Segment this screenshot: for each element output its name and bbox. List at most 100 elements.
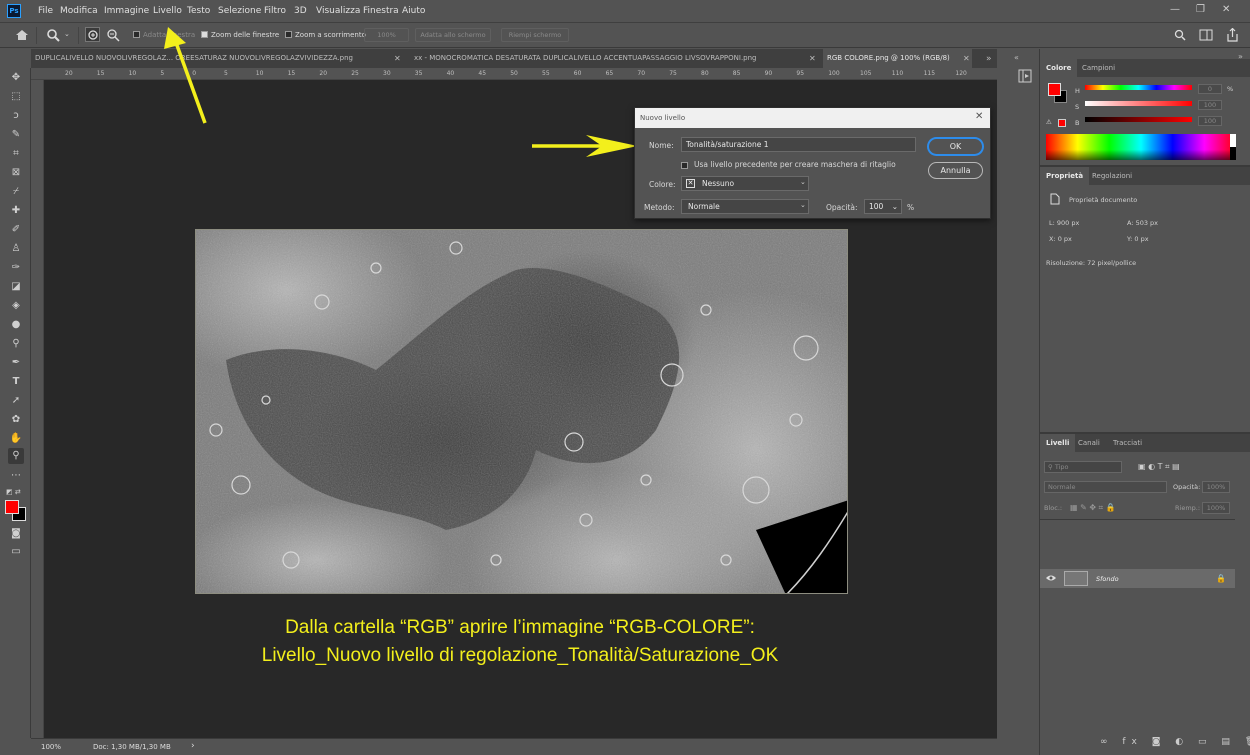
color-foreground-swatch[interactable] [1048,83,1061,96]
collapse-dock-icon[interactable]: « [1014,53,1019,62]
quick-selection-icon[interactable]: ✎ [8,127,24,143]
restore-button[interactable]: ❐ [1196,4,1205,15]
zoom-level[interactable]: 100% [41,743,61,751]
cancel-button[interactable]: Annulla [928,162,983,179]
shape-tool-icon[interactable]: ✿ [8,412,24,428]
menu-modifica[interactable]: Modifica [60,6,98,16]
lasso-tool-icon[interactable]: ↄ [8,108,24,124]
minimize-button[interactable]: — [1170,4,1180,15]
blend-mode-select[interactable]: Normale [681,199,809,214]
ruler-tick-label: 70 [637,70,646,77]
menu-file[interactable]: File [38,6,53,16]
chevron-down-icon[interactable]: ⌄ [64,30,70,38]
layer-fill-value[interactable]: 100% [1202,502,1230,514]
history-brush-icon[interactable]: ✑ [8,260,24,276]
fill-screen-button[interactable]: Riempi schermo [501,28,569,42]
screen-mode-icon[interactable]: ▭ [8,544,24,560]
layer-row[interactable]: Sfondo 🔒 [1040,569,1235,588]
opacity-input[interactable]: 100 ⌄ [864,199,902,214]
pen-tool-icon[interactable]: ✒ [8,355,24,371]
healing-brush-icon[interactable]: ✚ [8,203,24,219]
lock-icons[interactable]: ▦ ✎ ✥ ⌗ 🔒 [1070,503,1116,513]
move-tool-icon[interactable]: ✥ [8,70,24,86]
saturation-value[interactable]: 100 [1198,100,1222,110]
layer-name[interactable]: Sfondo [1096,575,1119,583]
tab-colore[interactable]: Colore [1040,59,1078,77]
ramp-white[interactable] [1230,134,1236,147]
tab-document-2[interactable]: xx - MONOCROMATICA DESATURATA DUPLICALIV… [410,49,807,68]
menu-testo[interactable]: Testo [187,6,210,16]
ruler-tick-label: 30 [383,70,391,77]
tab-livelli[interactable]: Livelli [1040,434,1076,452]
tab-campioni[interactable]: Campioni [1076,59,1121,77]
layers-footer-icons[interactable]: ∞ fx ◙ ◐ ▭ ▤ 🗑 [1100,737,1250,747]
layer-opacity-value[interactable]: 100% [1202,481,1230,493]
marquee-tool-icon[interactable]: ⬚ [8,89,24,105]
eraser-icon[interactable]: ◪ [8,279,24,295]
zoom-out-icon[interactable] [106,28,120,42]
ok-button[interactable]: OK [928,138,983,155]
frame-tool-icon[interactable]: ⊠ [8,165,24,181]
status-menu-arrow[interactable]: › [191,741,195,751]
layer-name-input[interactable]: Tonalità/saturazione 1 [681,137,916,152]
hand-tool-icon[interactable]: ✋ [8,431,24,447]
tab-tracciati[interactable]: Tracciati [1107,434,1148,452]
close-window-button[interactable]: ✕ [1222,4,1230,15]
home-icon[interactable] [15,29,29,41]
quick-mask-icon[interactable]: ◙ [8,526,24,542]
tab-proprieta[interactable]: Proprietà [1040,167,1090,185]
menu-filtro[interactable]: Filtro [264,6,286,16]
hue-slider[interactable] [1085,85,1192,90]
menu-immagine[interactable]: Immagine [104,6,149,16]
layer-filter-select[interactable]: ⚲ Tipo [1044,461,1122,473]
blur-tool-icon[interactable]: ● [8,317,24,333]
eyedropper-icon[interactable]: ⌿ [8,184,24,200]
crop-tool-icon[interactable]: ⌗ [8,146,24,162]
zoom-tool-icon[interactable] [46,28,60,42]
close-icon[interactable]: ✕ [963,54,970,63]
history-panel-icon[interactable] [1018,69,1032,83]
search-icon[interactable] [1174,29,1186,41]
dialog-close-icon[interactable]: ✕ [975,111,983,122]
dodge-tool-icon[interactable]: ⚲ [8,336,24,352]
gamut-swatch[interactable] [1058,119,1066,127]
close-icon[interactable]: ✕ [394,54,401,63]
menu-3d[interactable]: 3D [294,6,307,16]
visibility-eye-icon[interactable] [1046,574,1056,582]
ramp-black[interactable] [1230,147,1236,160]
hue-value[interactable]: 0 [1198,84,1222,94]
clone-stamp-icon[interactable]: ♙ [8,241,24,257]
tabs-overflow-icon[interactable]: » [986,54,992,64]
color-ramp[interactable] [1046,134,1236,160]
layer-blend-select[interactable]: Normale [1044,481,1167,493]
default-colors-icon[interactable]: ◩ ⇄ [6,488,21,496]
zoom-value-field[interactable]: 100% [364,28,409,42]
brightness-value[interactable]: 100 [1198,116,1222,126]
workspace-icon[interactable] [1199,29,1213,41]
zoom-tool-icon[interactable]: ⚲ [8,448,24,464]
path-selection-icon[interactable]: ➚ [8,393,24,409]
more-tools-icon[interactable]: ⋯ [8,468,24,484]
use-previous-checkbox[interactable] [681,162,688,169]
brush-tool-icon[interactable]: ✐ [8,222,24,238]
share-icon[interactable] [1226,28,1239,42]
tab-regolazioni[interactable]: Regolazioni [1086,167,1138,185]
tab-canali[interactable]: Canali [1072,434,1106,452]
close-icon[interactable]: ✕ [809,54,816,63]
menu-livello[interactable]: Livello [153,6,182,16]
type-tool-icon[interactable]: T [8,374,24,390]
paint-bucket-icon[interactable]: ◈ [8,298,24,314]
menu-aiuto[interactable]: Aiuto [402,6,425,16]
saturation-slider[interactable] [1085,101,1192,106]
foreground-color-swatch[interactable] [5,500,19,514]
brightness-slider[interactable] [1085,117,1192,122]
color-select[interactable]: Nessuno [681,176,809,191]
menu-visualizza[interactable]: Visualizza [316,6,360,16]
fit-screen-button[interactable]: Adatta allo schermo [415,28,491,42]
menu-selezione[interactable]: Selezione [218,6,261,16]
scrubby-zoom-option[interactable]: Zoom a scorrimento [285,31,366,39]
tab-document-active[interactable]: RGB COLORE.png @ 100% (RGB/8) [823,49,972,68]
filter-pixel-icon[interactable]: ▣ ◐ T ⌗ ▤ [1138,462,1180,472]
menu-finestra[interactable]: Finestra [363,6,399,16]
zoom-in-icon[interactable] [85,27,100,42]
